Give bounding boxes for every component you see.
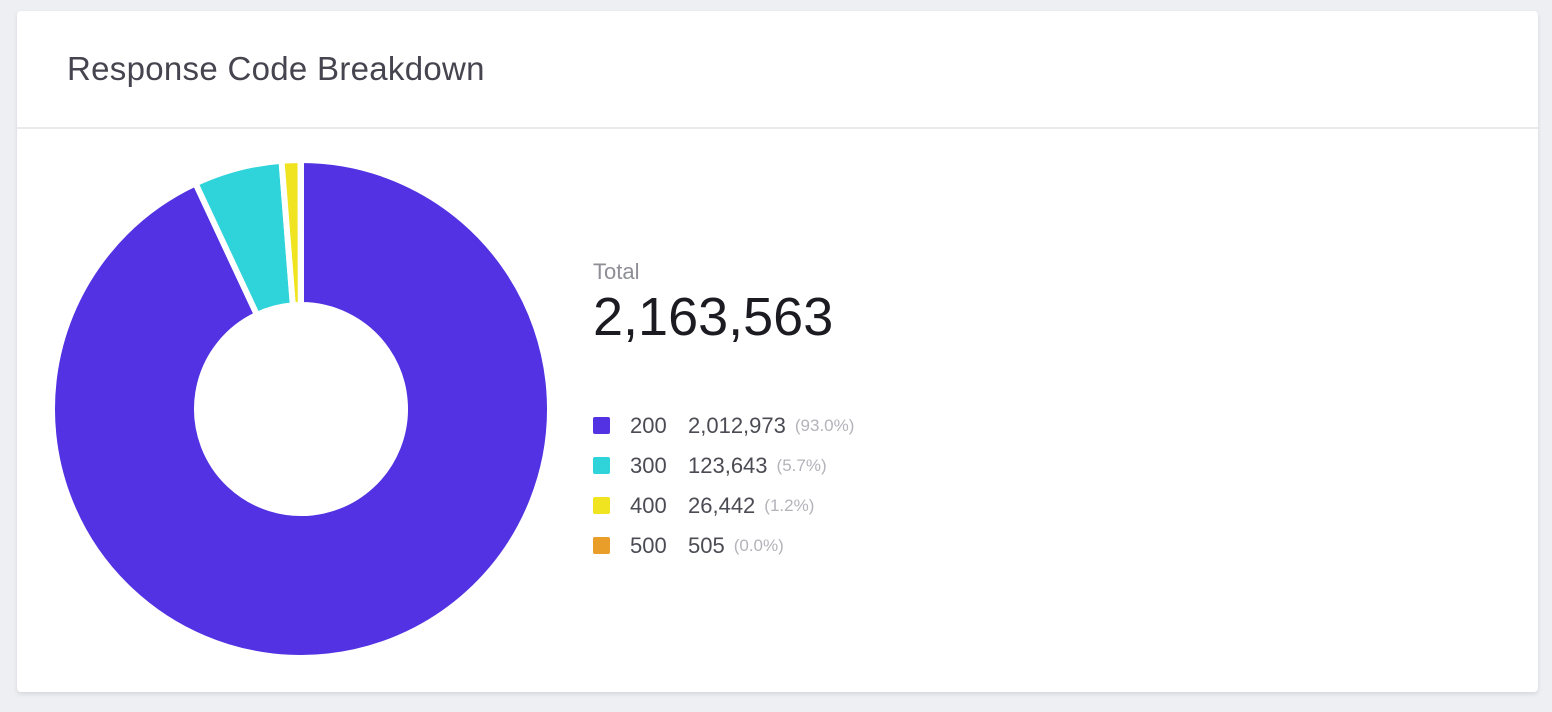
legend-value: 26,442 (688, 493, 755, 519)
legend-percentage: (1.2%) (764, 496, 814, 516)
total-value: 2,163,563 (593, 287, 854, 347)
response-code-card: Response Code Breakdown Total 2,163,563 … (17, 11, 1538, 692)
legend-value: 505 (688, 533, 725, 559)
legend-label: 200 (630, 413, 688, 439)
legend-percentage: (5.7%) (777, 456, 827, 476)
legend-item-200[interactable]: 200 2,012,973 (93.0%) (593, 414, 854, 437)
donut-chart (49, 157, 553, 661)
legend-label: 400 (630, 493, 688, 519)
legend-swatch-300 (593, 457, 610, 474)
legend-item-400[interactable]: 400 26,442 (1.2%) (593, 494, 854, 517)
legend-label: 500 (630, 533, 688, 559)
total-label: Total (593, 259, 854, 285)
chart-summary: Total 2,163,563 200 2,012,973 (93.0%) 30… (593, 259, 854, 574)
card-title: Response Code Breakdown (67, 50, 485, 88)
legend-percentage: (93.0%) (795, 416, 855, 436)
card-body: Total 2,163,563 200 2,012,973 (93.0%) 30… (17, 129, 1538, 690)
legend-swatch-200 (593, 417, 610, 434)
legend-item-500[interactable]: 500 505 (0.0%) (593, 534, 854, 557)
legend-swatch-500 (593, 537, 610, 554)
legend-percentage: (0.0%) (734, 536, 784, 556)
page: { "page": { "background_color": "#edeff2… (0, 0, 1552, 712)
legend-value: 2,012,973 (688, 413, 786, 439)
legend: 200 2,012,973 (93.0%) 300 123,643 (5.7%)… (593, 414, 854, 557)
legend-swatch-400 (593, 497, 610, 514)
card-header: Response Code Breakdown (17, 11, 1538, 129)
legend-item-300[interactable]: 300 123,643 (5.7%) (593, 454, 854, 477)
legend-value: 123,643 (688, 453, 768, 479)
legend-label: 300 (630, 453, 688, 479)
